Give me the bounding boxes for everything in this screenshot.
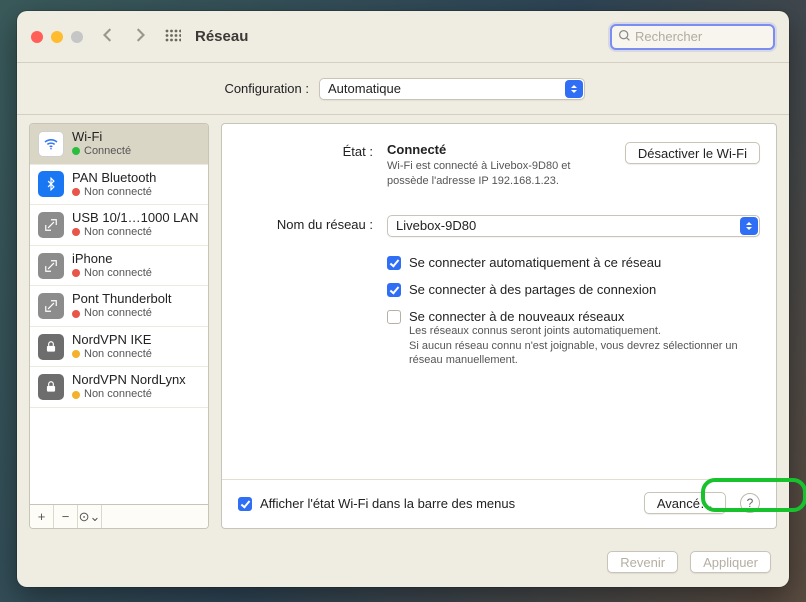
interface-status: Non connecté (72, 348, 152, 361)
interface-name: NordVPN IKE (72, 333, 152, 348)
window-controls (31, 31, 83, 43)
auto-join-label: Se connecter automatiquement à ce réseau (409, 255, 661, 270)
interface-status: Non connecté (72, 226, 198, 239)
back-button[interactable] (101, 28, 115, 45)
search-field[interactable] (610, 24, 775, 50)
select-arrows-icon (565, 80, 583, 98)
auto-join-checkbox[interactable]: Se connecter automatiquement à ce réseau (387, 255, 760, 270)
interface-status: Non connecté (72, 186, 156, 199)
interface-name: NordVPN NordLynx (72, 373, 186, 388)
titlebar: Réseau (17, 11, 789, 63)
forward-button[interactable] (133, 28, 147, 45)
lock-icon (38, 374, 64, 400)
nav-arrows (101, 28, 147, 45)
select-arrows-icon (740, 217, 758, 235)
detail-footer: Afficher l'état Wi-Fi dans la barre des … (222, 479, 776, 514)
config-select[interactable]: Automatique (319, 78, 585, 100)
minimize-window[interactable] (51, 31, 63, 43)
checkbox-icon (387, 283, 401, 297)
join-hotspots-label: Se connecter à des partages de connexion (409, 282, 656, 297)
show-in-menubar-label: Afficher l'état Wi-Fi dans la barre des … (260, 496, 636, 511)
zoom-window[interactable] (71, 31, 83, 43)
status-value: Connecté (387, 142, 615, 157)
join-new-checkbox[interactable]: Se connecter à de nouveaux réseaux Les r… (387, 309, 760, 369)
search-icon (618, 29, 631, 45)
revert-button[interactable]: Revenir (607, 551, 678, 573)
wifi-icon (38, 131, 64, 157)
checkbox-icon (387, 310, 401, 324)
lock-icon (38, 334, 64, 360)
apply-button[interactable]: Appliquer (690, 551, 771, 573)
network-select[interactable]: Livebox-9D80 (387, 215, 760, 237)
search-input[interactable] (635, 29, 767, 44)
interface-name: Wi-Fi (72, 130, 131, 145)
status-label: État : (238, 142, 373, 189)
status-sub: Wi-Fi est connecté à Livebox-9D80 et pos… (387, 159, 615, 189)
content: Wi-FiConnectéPAN BluetoothNon connectéUS… (17, 115, 789, 541)
window-title: Réseau (195, 28, 248, 45)
interface-status: Non connecté (72, 267, 152, 280)
config-value: Automatique (328, 81, 401, 96)
sidebar-item-nordvpn-nordlynx[interactable]: NordVPN NordLynxNon connecté (30, 367, 208, 408)
join-hotspots-checkbox[interactable]: Se connecter à des partages de connexion (387, 282, 760, 297)
interface-name: USB 10/1…1000 LAN (72, 211, 198, 226)
interfaces-sidebar: Wi-FiConnectéPAN BluetoothNon connectéUS… (29, 123, 209, 529)
more-actions-button[interactable]: ⊙⌄ (78, 505, 102, 528)
interface-status: Non connecté (72, 307, 172, 320)
config-row: Configuration : Automatique (17, 63, 789, 115)
show-all-button[interactable] (165, 29, 181, 45)
gen-icon (38, 293, 64, 319)
preferences-window: Réseau Configuration : Automatique Wi-Fi… (17, 11, 789, 587)
interfaces-list: Wi-FiConnectéPAN BluetoothNon connectéUS… (30, 124, 208, 504)
window-footer: Revenir Appliquer (17, 541, 789, 587)
interface-status: Non connecté (72, 388, 186, 401)
config-label: Configuration : (27, 81, 309, 96)
gen-icon (38, 253, 64, 279)
toggle-wifi-button[interactable]: Désactiver le Wi-Fi (625, 142, 760, 164)
detail-panel: État : Connecté Wi-Fi est connecté à Liv… (221, 123, 777, 529)
sidebar-item-pan-bluetooth[interactable]: PAN BluetoothNon connecté (30, 165, 208, 206)
network-value: Livebox-9D80 (396, 218, 476, 233)
sidebar-item-iphone[interactable]: iPhoneNon connecté (30, 246, 208, 287)
sidebar-item-wi-fi[interactable]: Wi-FiConnecté (30, 124, 208, 165)
bt-icon (38, 171, 64, 197)
interface-name: PAN Bluetooth (72, 171, 156, 186)
advanced-button[interactable]: Avancé… (644, 492, 726, 514)
checkbox-icon (387, 256, 401, 270)
join-new-label: Se connecter à de nouveaux réseaux (409, 309, 760, 324)
network-label: Nom du réseau : (238, 215, 373, 237)
gen-icon (38, 212, 64, 238)
sidebar-item-nordvpn-ike[interactable]: NordVPN IKENon connecté (30, 327, 208, 368)
sidebar-tools: + − ⊙⌄ (30, 504, 208, 528)
interface-name: Pont Thunderbolt (72, 292, 172, 307)
interface-name: iPhone (72, 252, 152, 267)
help-button[interactable]: ? (740, 493, 760, 513)
join-new-hint: Les réseaux connus seront joints automat… (409, 324, 760, 369)
sidebar-item-usb-10-1-1000-lan[interactable]: USB 10/1…1000 LANNon connecté (30, 205, 208, 246)
show-in-menubar-checkbox[interactable] (238, 497, 252, 511)
add-interface-button[interactable]: + (30, 505, 54, 528)
interface-status: Connecté (72, 145, 131, 158)
close-window[interactable] (31, 31, 43, 43)
sidebar-item-pont-thunderbolt[interactable]: Pont ThunderboltNon connecté (30, 286, 208, 327)
remove-interface-button[interactable]: − (54, 505, 78, 528)
